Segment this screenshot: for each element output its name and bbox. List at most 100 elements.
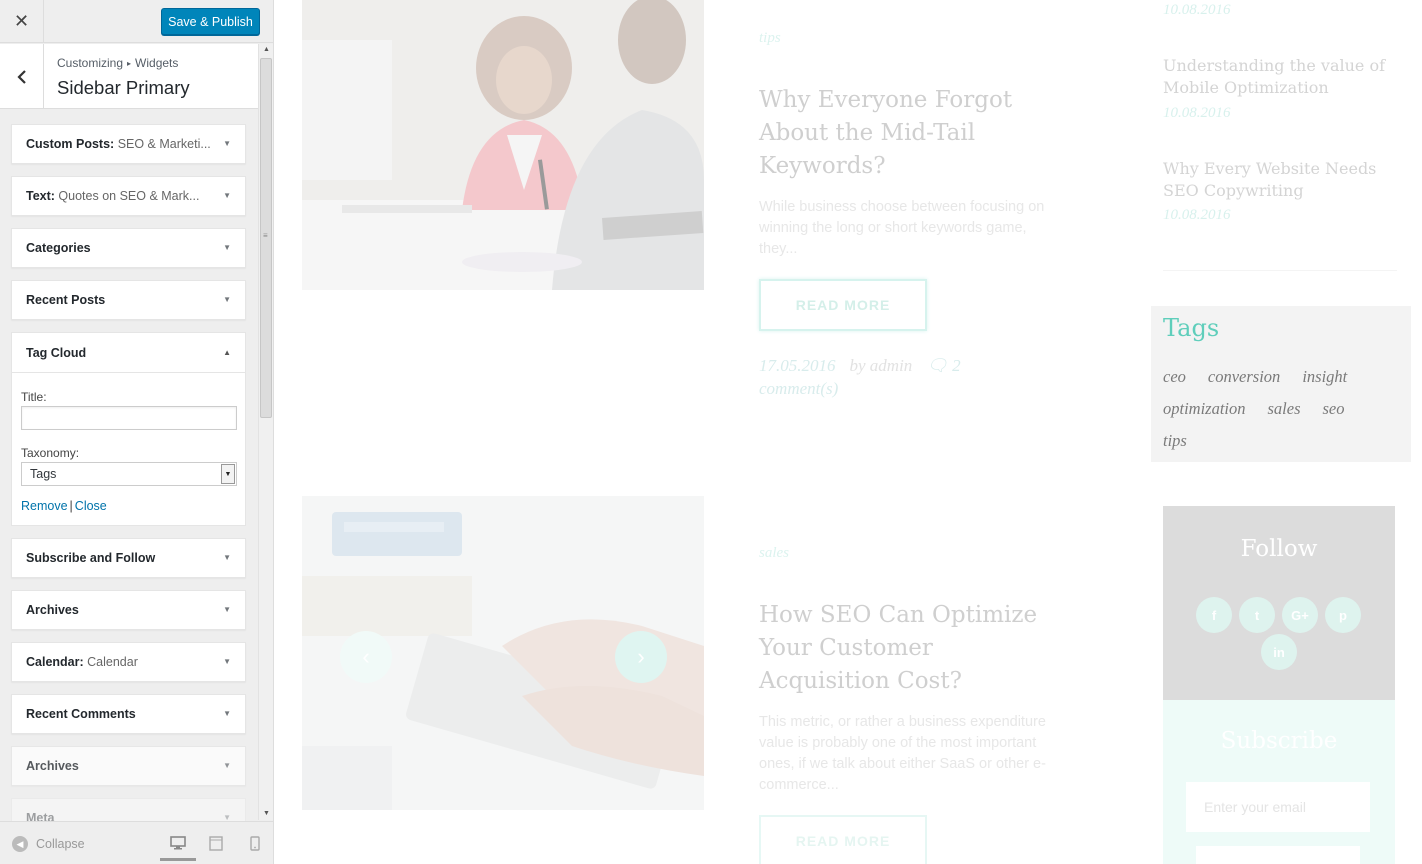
taxonomy-select[interactable]: Tags ▼	[21, 462, 237, 486]
tags-title: Tags	[1163, 314, 1220, 342]
tag-link[interactable]: sales	[1268, 398, 1301, 420]
expand-arrow-icon[interactable]: ▼	[223, 643, 231, 681]
dropdown-arrow-icon[interactable]: ▼	[221, 464, 235, 484]
widget-categories[interactable]: Categories ▼	[11, 228, 246, 268]
slider-prev-button[interactable]: ‹	[340, 631, 392, 683]
widget-subtitle: Quotes on SEO & Mark...	[58, 189, 200, 203]
separator: |	[69, 499, 73, 513]
breadcrumb-separator-icon: ▸	[127, 59, 132, 68]
desktop-preview-button[interactable]	[160, 834, 196, 861]
read-more-button[interactable]: READ MORE	[759, 815, 927, 864]
breadcrumb: Customizing ▸ Widgets	[57, 56, 178, 70]
sidebar-post-title[interactable]: Why Every Website Needs SEO Copywriting	[1163, 158, 1403, 202]
expand-arrow-icon[interactable]: ▼	[223, 539, 231, 577]
facebook-icon[interactable]: f	[1196, 597, 1232, 633]
section-title: Customizing ▸ Widgets Sidebar Primary	[0, 44, 258, 109]
comment-icon: 🗨	[926, 356, 948, 375]
post-excerpt: While business choose between focusing o…	[759, 199, 1045, 257]
widget-subtitle: SEO & Marketi...	[117, 137, 211, 151]
widget-title: Custom Posts: SEO & Marketi...	[26, 137, 211, 151]
pinterest-icon[interactable]: p	[1325, 597, 1361, 633]
collapse-button[interactable]: ◀ Collapse	[12, 836, 85, 852]
divider	[1163, 270, 1397, 271]
post-category[interactable]: sales	[759, 545, 789, 562]
widget-recent-posts[interactable]: Recent Posts ▼	[11, 280, 246, 320]
chevron-left-icon	[16, 69, 26, 84]
tag-link[interactable]: tips	[1163, 430, 1187, 452]
expand-arrow-icon[interactable]: ▼	[223, 281, 231, 319]
tag-link[interactable]: seo	[1323, 398, 1345, 420]
post-category[interactable]: tips	[759, 30, 781, 47]
widget-header[interactable]: Tag Cloud ▲	[12, 333, 245, 373]
tag-link[interactable]: ceo	[1163, 366, 1186, 388]
collapse-arrow-icon[interactable]: ▲	[223, 333, 231, 373]
subscribe-widget: Subscribe Enter your email	[1163, 700, 1395, 864]
widget-text[interactable]: Text: Quotes on SEO & Mark... ▼	[11, 176, 246, 216]
twitter-icon[interactable]: t	[1239, 597, 1275, 633]
widget-title: Text: Quotes on SEO & Mark...	[26, 189, 200, 203]
sidebar-post-date: 10.08.2016	[1163, 207, 1231, 223]
follow-widget: Follow f t G+ p in	[1163, 506, 1395, 700]
mobile-preview-button[interactable]	[246, 834, 264, 852]
tag-link[interactable]: insight	[1302, 366, 1347, 388]
save-publish-button[interactable]: Save & Publish	[161, 8, 260, 35]
slider-next-button[interactable]: ›	[615, 631, 667, 683]
expand-arrow-icon[interactable]: ▼	[223, 177, 231, 215]
title-input[interactable]	[21, 406, 237, 430]
scrollbar-thumb[interactable]: ≡	[260, 58, 272, 418]
widget-title: Archives	[26, 603, 79, 617]
scroll-down-icon[interactable]: ▼	[259, 808, 273, 820]
scroll-up-icon[interactable]: ▲	[259, 44, 273, 56]
collapse-icon: ◀	[12, 836, 28, 852]
taxonomy-label: Taxonomy:	[21, 446, 80, 460]
google-plus-icon[interactable]: G+	[1282, 597, 1318, 633]
customizer-panel: ✕ Save & Publish Customizing ▸ Widgets Sid…	[0, 0, 274, 864]
tablet-preview-button[interactable]	[207, 834, 225, 852]
expand-arrow-icon[interactable]: ▼	[223, 695, 231, 733]
linkedin-icon[interactable]: in	[1261, 634, 1297, 670]
tag-link[interactable]: optimization	[1163, 398, 1246, 420]
chevron-right-icon: ›	[637, 644, 645, 669]
sidebar-post-date: 10.08.2016	[1163, 2, 1231, 18]
widget-subscribe-follow[interactable]: Subscribe and Follow ▼	[11, 538, 246, 578]
sidebar-post-title[interactable]: Understanding the value of Mobile Optimi…	[1163, 55, 1403, 99]
widget-custom-posts[interactable]: Custom Posts: SEO & Marketi... ▼	[11, 124, 246, 164]
site-preview: tips Why Everyone Forgot About the Mid-T…	[274, 0, 1422, 864]
widget-calendar[interactable]: Calendar: Calendar ▼	[11, 642, 246, 682]
expand-arrow-icon[interactable]: ▼	[223, 125, 231, 163]
desktop-icon	[170, 835, 186, 849]
back-button[interactable]	[0, 44, 44, 109]
widget-archives-2[interactable]: Archives ▼	[11, 746, 246, 786]
read-more-button[interactable]: READ MORE	[759, 279, 927, 331]
remove-link[interactable]: Remove	[21, 499, 68, 513]
widget-title: Subscribe and Follow	[26, 551, 156, 565]
expand-arrow-icon[interactable]: ▼	[223, 591, 231, 629]
customizer-footer: ◀ Collapse	[0, 821, 273, 864]
email-input[interactable]: Enter your email	[1186, 782, 1370, 832]
post-title[interactable]: Why Everyone Forgot About the Mid-Tail K…	[759, 84, 1059, 183]
expand-arrow-icon[interactable]: ▼	[223, 747, 231, 785]
widget-tag-cloud: Tag Cloud ▲ Title: Taxonomy: Tags ▼ Remo…	[11, 332, 246, 526]
widget-title: Recent Posts	[26, 293, 106, 307]
post-image[interactable]	[302, 0, 704, 290]
widget-title-text: Custom Posts	[26, 137, 111, 151]
breadcrumb-item: Widgets	[135, 56, 179, 70]
expand-arrow-icon[interactable]: ▼	[223, 229, 231, 267]
close-customizer-button[interactable]: ✕	[0, 0, 44, 43]
widget-archives[interactable]: Archives ▼	[11, 590, 246, 630]
page-title: Sidebar Primary	[57, 77, 190, 98]
widget-title: Categories	[26, 241, 91, 255]
follow-title: Follow	[1240, 536, 1318, 562]
post-author[interactable]: by admin	[850, 356, 913, 375]
collapse-label: Collapse	[36, 837, 85, 851]
widget-title: Recent Comments	[26, 707, 136, 721]
panel-scrollbar[interactable]: ▲ ≡ ▼	[258, 44, 273, 820]
post-date[interactable]: 17.05.2016	[759, 356, 836, 375]
subscribe-button[interactable]	[1196, 846, 1360, 864]
post-title[interactable]: How SEO Can Optimize Your Customer Acqui…	[759, 599, 1059, 698]
tag-link[interactable]: conversion	[1208, 366, 1280, 388]
close-link[interactable]: Close	[75, 499, 107, 513]
widget-recent-comments[interactable]: Recent Comments ▼	[11, 694, 246, 734]
post-excerpt: This metric, or rather a business expend…	[759, 714, 1046, 793]
widget-title: Calendar: Calendar	[26, 655, 138, 669]
